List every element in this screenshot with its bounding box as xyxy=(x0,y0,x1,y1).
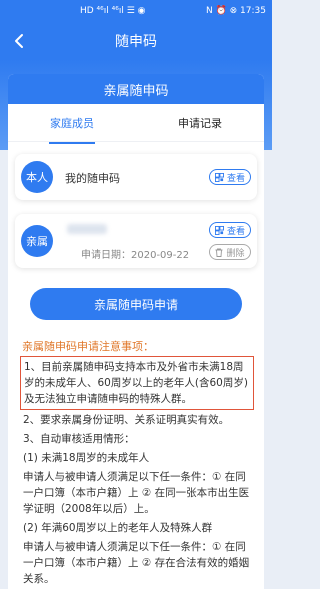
notice-list: 2、要求亲属身份证明、关系证明真实有效。 3、自动审核适用情形： (1) 未满1… xyxy=(23,412,255,589)
card-header: 亲属随申码 xyxy=(8,74,264,104)
notice-highlight-text: 1、目前亲属随申码支持本市及外省市未满18周岁的未成年人、60周岁以上的老年人(… xyxy=(24,361,248,405)
notice-highlight-box: 1、目前亲属随申码支持本市及外省市未满18周岁的未成年人、60周岁以上的老年人(… xyxy=(20,356,254,410)
status-bar: HD ⁴⁶ıl ⁴⁶ıl ☰ ◉ N ⏰ ⊗ 17:35 xyxy=(0,0,272,22)
notice-item: 申请人与被申请人须满足以下任一条件：① 在同一户口簿（本市户籍）上 ② 在同一张… xyxy=(23,471,250,515)
back-button[interactable] xyxy=(8,30,30,52)
view-button[interactable]: 查看 xyxy=(209,169,251,185)
notice-item: (1) 未满18周岁的未成年人 xyxy=(23,452,150,464)
status-left: HD ⁴⁶ıl ⁴⁶ıl ☰ ◉ xyxy=(80,6,146,16)
application-date: 申请日期：2020-09-22 xyxy=(81,250,190,261)
tab-bar: 家庭成员 申请记录 xyxy=(8,104,264,142)
view-button[interactable]: 查看 xyxy=(209,222,251,238)
chevron-left-icon xyxy=(15,34,23,48)
view-label: 查看 xyxy=(226,226,245,237)
notice-item: 申请人与被申请人须满足以下任一条件：① 在同一户口簿（本市户籍）上 ② 存在合法… xyxy=(23,541,250,585)
delete-label: 删除 xyxy=(226,248,245,259)
status-right: N ⏰ ⊗ 17:35 xyxy=(206,6,266,16)
tab-family-members[interactable]: 家庭成员 xyxy=(8,115,136,131)
nav-bar: 随申码 xyxy=(0,22,272,60)
trash-icon xyxy=(215,248,223,257)
member-card-self[interactable]: 本人 我的随申码 查看 xyxy=(15,154,257,200)
page-title: 随申码 xyxy=(115,34,157,50)
avatar: 本人 xyxy=(21,161,53,193)
main-card: 亲属随申码 家庭成员 申请记录 本人 我的随申码 查看 亲属 申请日期：2020… xyxy=(8,74,264,589)
notice-item: (2) 年满60周岁以上的老年人及特殊人群 xyxy=(23,522,213,534)
notice-item: 3、自动审核适用情形： xyxy=(23,433,135,445)
redacted-name xyxy=(67,224,107,234)
apply-relative-code-button[interactable]: 亲属随申码申请 xyxy=(30,288,242,320)
delete-button[interactable]: 删除 xyxy=(209,244,251,260)
qrcode-icon xyxy=(214,172,224,182)
notice-item: 2、要求亲属身份证明、关系证明真实有效。 xyxy=(23,414,230,426)
view-label: 查看 xyxy=(226,173,245,184)
tab-application-records[interactable]: 申请记录 xyxy=(136,115,264,131)
member-name: 我的随申码 xyxy=(65,172,120,185)
notice-title: 亲属随申码申请注意事项： xyxy=(22,340,154,353)
member-card-relative[interactable]: 亲属 申请日期：2020-09-22 查看 删除 xyxy=(15,214,257,268)
qrcode-icon xyxy=(214,225,224,235)
avatar: 亲属 xyxy=(21,225,53,257)
